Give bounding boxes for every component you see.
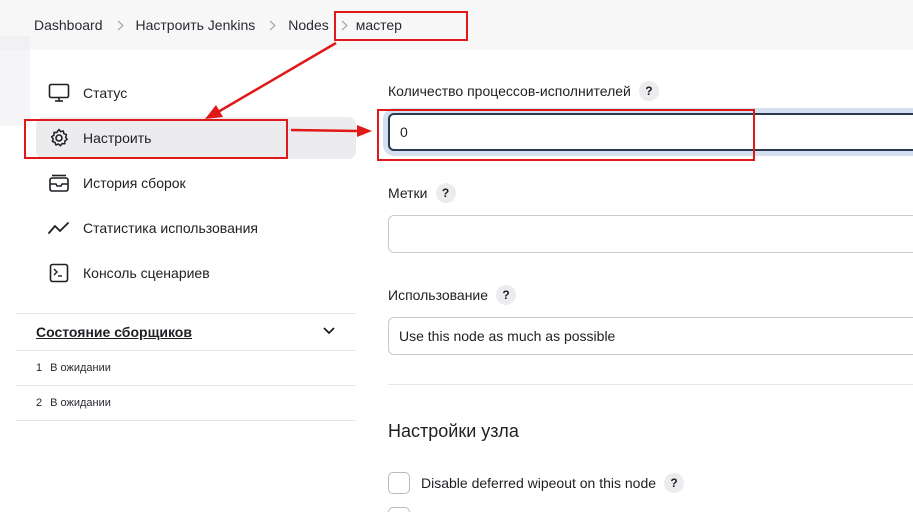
- sidebar-item-label: Консоль сценариев: [83, 265, 210, 281]
- sidebar-item-script-console[interactable]: Консоль сценариев: [36, 252, 356, 294]
- sidebar-item-label: История сборок: [83, 175, 186, 191]
- sidebar-item-label: Статус: [83, 85, 128, 101]
- build-history-icon: [48, 172, 70, 194]
- annotation-box-breadcrumb: [334, 11, 468, 41]
- executor-status: В ожидании: [50, 362, 111, 374]
- annotation-arrowhead: [357, 125, 372, 137]
- help-icon[interactable]: ?: [496, 285, 517, 305]
- labels-label-text: Метки: [388, 185, 428, 201]
- usage-select-value: Use this node as much as possible: [399, 328, 616, 344]
- next-checkbox[interactable]: [388, 507, 410, 512]
- labels-label: Метки ?: [388, 183, 456, 203]
- disable-wipeout-row[interactable]: Disable deferred wipeout on this node ?: [388, 472, 685, 494]
- chevron-down-icon[interactable]: [322, 323, 336, 341]
- disable-wipeout-checkbox[interactable]: [388, 472, 410, 494]
- executor-status-panel: Состояние сборщиков 1 В ожидании 2 В ожи…: [16, 313, 356, 421]
- disable-wipeout-label[interactable]: Disable deferred wipeout on this node: [421, 475, 656, 491]
- usage-label-text: Использование: [388, 287, 489, 303]
- trend-icon: [48, 217, 70, 239]
- help-icon[interactable]: ?: [435, 183, 456, 203]
- sidebar-item-load-statistics[interactable]: Статистика использования: [36, 207, 356, 249]
- section-divider: [388, 384, 913, 385]
- help-icon[interactable]: ?: [638, 81, 659, 101]
- executor-number: 1: [36, 362, 43, 374]
- terminal-icon: [48, 262, 70, 284]
- executor-row: 2 В ожидании: [16, 386, 356, 421]
- executors-label: Количество процессов-исполнителей ?: [388, 81, 659, 101]
- breadcrumb-dashboard[interactable]: Dashboard: [34, 17, 103, 33]
- annotation-box-configure: [24, 119, 288, 159]
- node-properties-title: Настройки узла: [388, 421, 519, 441]
- executor-status: В ожидании: [50, 397, 111, 409]
- labels-input[interactable]: [388, 215, 913, 253]
- executor-status-header[interactable]: Состояние сборщиков: [16, 313, 356, 351]
- sidebar-item-label: Статистика использования: [83, 220, 259, 236]
- chevron-right-icon: [113, 20, 123, 30]
- sidebar-item-build-history[interactable]: История сборок: [36, 162, 356, 204]
- usage-label: Использование ?: [388, 285, 517, 305]
- breadcrumb-manage-jenkins[interactable]: Настроить Jenkins: [136, 17, 256, 33]
- usage-select[interactable]: Use this node as much as possible: [388, 317, 913, 355]
- executor-row: 1 В ожидании: [16, 351, 356, 386]
- breadcrumb-nodes[interactable]: Nodes: [288, 17, 328, 33]
- executor-number: 2: [36, 397, 43, 409]
- side-shade: [0, 36, 30, 126]
- monitor-icon: [48, 82, 70, 104]
- annotation-box-executors: [377, 109, 755, 161]
- help-icon[interactable]: ?: [664, 473, 685, 493]
- executor-status-title[interactable]: Состояние сборщиков: [36, 324, 192, 340]
- chevron-right-icon: [265, 20, 276, 30]
- sidebar-item-status[interactable]: Статус: [36, 72, 356, 114]
- executors-label-text: Количество процессов-исполнителей: [388, 83, 631, 99]
